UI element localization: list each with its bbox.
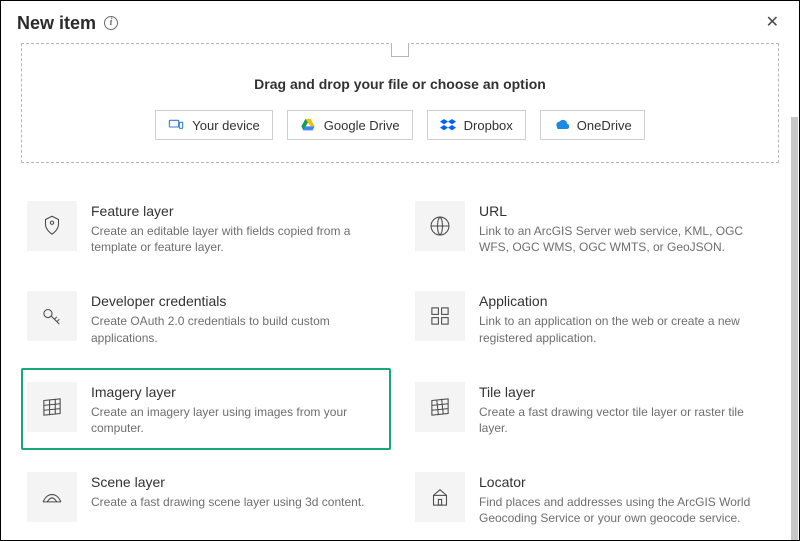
onedrive-icon (553, 117, 569, 133)
option-scene-layer[interactable]: Scene layer Create a fast drawing scene … (21, 458, 391, 538)
modal-title-wrap: New item i (17, 13, 118, 34)
option-imagery-layer[interactable]: Imagery layer Create an imagery layer us… (21, 368, 391, 450)
option-desc: Create an imagery layer using images fro… (91, 404, 373, 436)
source-dropbox-label: Dropbox (464, 118, 513, 133)
option-tile-layer[interactable]: Tile layer Create a fast drawing vector … (409, 368, 779, 450)
option-title: Developer credentials (91, 293, 373, 309)
source-google-drive-label: Google Drive (324, 118, 400, 133)
source-onedrive[interactable]: OneDrive (540, 110, 645, 140)
option-desc: Find places and addresses using the ArcG… (479, 494, 761, 526)
application-icon (415, 291, 465, 341)
option-desc: Link to an ArcGIS Server web service, KM… (479, 223, 761, 255)
option-desc: Create a fast drawing scene layer using … (91, 494, 373, 510)
source-your-device-label: Your device (192, 118, 259, 133)
source-dropbox[interactable]: Dropbox (427, 110, 526, 140)
option-title: Imagery layer (91, 384, 373, 400)
modal-title: New item (17, 13, 96, 34)
option-title: Scene layer (91, 474, 373, 490)
scrollbar[interactable] (791, 117, 798, 541)
option-desc: Create OAuth 2.0 credentials to build cu… (91, 313, 373, 345)
url-icon (415, 201, 465, 251)
dropbox-icon (440, 117, 456, 133)
option-desc: Create a fast drawing vector tile layer … (479, 404, 761, 436)
option-desc: Create an editable layer with fields cop… (91, 223, 373, 255)
dropzone-text: Drag and drop your file or choose an opt… (32, 76, 768, 92)
google-drive-icon (300, 117, 316, 133)
info-icon[interactable]: i (104, 16, 118, 30)
tile-layer-icon (415, 382, 465, 432)
option-title: Application (479, 293, 761, 309)
close-icon: ✕ (766, 14, 779, 31)
option-title: Feature layer (91, 203, 373, 219)
device-icon (168, 117, 184, 133)
option-feature-layer[interactable]: Feature layer Create an editable layer w… (21, 187, 391, 269)
item-type-grid: Feature layer Create an editable layer w… (19, 187, 781, 538)
option-application[interactable]: Application Link to an application on th… (409, 277, 779, 359)
modal-header: New item i ✕ (1, 1, 799, 43)
key-icon (27, 291, 77, 341)
option-title: Locator (479, 474, 761, 490)
source-your-device[interactable]: Your device (155, 110, 272, 140)
scene-layer-icon (27, 472, 77, 522)
modal-body: Drag and drop your file or choose an opt… (1, 43, 799, 538)
option-developer-credentials[interactable]: Developer credentials Create OAuth 2.0 c… (21, 277, 391, 359)
feature-layer-icon (27, 201, 77, 251)
locator-icon (415, 472, 465, 522)
close-button[interactable]: ✕ (762, 11, 783, 35)
source-button-row: Your device Google Drive Dropbox (32, 110, 768, 140)
option-locator[interactable]: Locator Find places and addresses using … (409, 458, 779, 538)
option-title: Tile layer (479, 384, 761, 400)
option-title: URL (479, 203, 761, 219)
file-dropzone[interactable]: Drag and drop your file or choose an opt… (21, 43, 779, 163)
new-item-modal: New item i ✕ Drag and drop your file or … (0, 0, 800, 541)
imagery-layer-icon (27, 382, 77, 432)
option-url[interactable]: URL Link to an ArcGIS Server web service… (409, 187, 779, 269)
option-desc: Link to an application on the web or cre… (479, 313, 761, 345)
source-google-drive[interactable]: Google Drive (287, 110, 413, 140)
source-onedrive-label: OneDrive (577, 118, 632, 133)
dropzone-top-stub (32, 54, 768, 70)
